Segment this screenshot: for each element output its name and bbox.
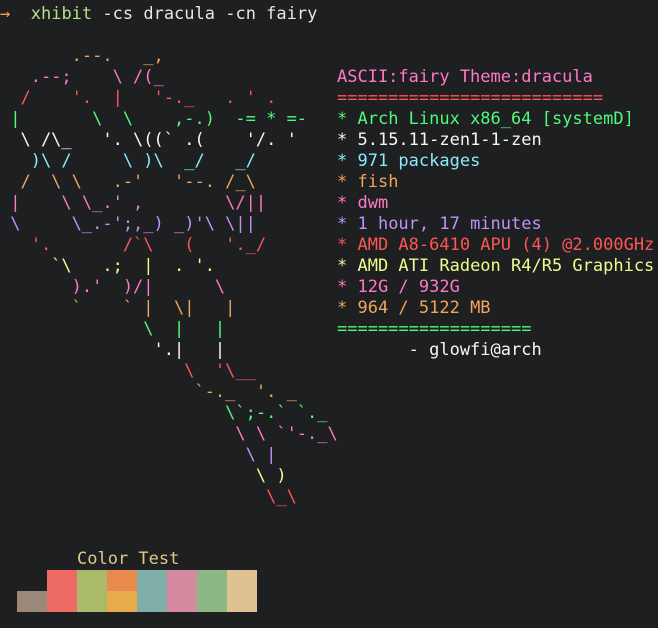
- info-line: ASCII:fairy Theme:dracula: [337, 67, 654, 88]
- info-line: * 964 / 5122 MB: [337, 298, 654, 319]
- info-value: ASCII:fairy Theme:dracula: [337, 67, 593, 87]
- info-line: * dwm: [337, 193, 654, 214]
- ascii-art-line: `-._ '. _: [0, 382, 297, 402]
- command-binary: xhibit: [30, 4, 93, 24]
- info-bullet: *: [337, 235, 358, 255]
- info-value: ==========================: [337, 88, 604, 108]
- color-swatch: [17, 570, 47, 591]
- ascii-art-line: \ ): [0, 466, 287, 486]
- ascii-art-fairy: .--. _, .--; \ /(_ / '. | '-._ . ' . | \…: [0, 46, 338, 508]
- info-value: 971 packages: [357, 151, 481, 171]
- info-bullet: *: [337, 214, 358, 234]
- color-swatch: [227, 591, 257, 612]
- info-value: Arch Linux x86_64 [systemD]: [357, 109, 634, 129]
- info-value: dwm: [357, 193, 389, 213]
- ascii-art-line: | \ \ ,-.) -= * =-: [0, 109, 308, 129]
- color-swatch: [137, 591, 167, 612]
- system-info-panel: ASCII:fairy Theme:dracula ===============…: [337, 67, 654, 361]
- info-line: * fish: [337, 172, 654, 193]
- ascii-art-line: `\ .; | . '.: [0, 256, 215, 276]
- ascii-art-line: \ /\_ '. \((` .( '/. ': [0, 130, 297, 150]
- info-bullet: *: [337, 193, 358, 213]
- color-swatch: [197, 570, 227, 591]
- command-arguments: -cs dracula -cn fairy: [102, 4, 318, 24]
- info-value: 964 / 5122 MB: [357, 298, 491, 318]
- ascii-art-line: \ |: [0, 445, 277, 465]
- color-swatch: [167, 570, 197, 591]
- ascii-art-line: .--. _,: [0, 46, 164, 66]
- color-swatch: [107, 570, 137, 591]
- ascii-art-line: '.| |: [0, 340, 226, 360]
- ascii-art-line: '. /`\ ( '._/: [0, 235, 267, 255]
- info-bullet: *: [337, 109, 358, 129]
- ascii-art-line: \ \ `'-._\: [0, 424, 338, 444]
- ascii-art-line: .--; \ /(_: [0, 67, 164, 87]
- color-swatch: [137, 570, 167, 591]
- ascii-art-line: \ \_.-';,_) _)'\ \||: [0, 214, 256, 234]
- ascii-art-line: \ '\__: [0, 361, 256, 381]
- info-line: - glowfi@arch: [337, 340, 654, 361]
- ascii-art-line: ).' )/| \: [0, 277, 226, 297]
- info-value: fish: [357, 172, 399, 192]
- info-value: 1 hour, 17 minutes: [357, 214, 542, 234]
- info-bullet: *: [337, 151, 358, 171]
- info-bullet: *: [337, 130, 358, 150]
- color-test-label: Color Test: [77, 549, 180, 569]
- info-line: * 971 packages: [337, 151, 654, 172]
- info-line: * 12G / 932G: [337, 277, 654, 298]
- info-bullet: *: [337, 277, 358, 297]
- info-line: * 5.15.11-zen1-1-zen: [337, 130, 654, 151]
- command-prompt: → xhibit -cs dracula -cn fairy: [0, 4, 317, 25]
- color-swatch: [47, 591, 77, 612]
- info-value: AMD ATI Radeon R4/R5 Graphics: [357, 256, 655, 276]
- info-value: 5.15.11-zen1-1-zen: [357, 130, 542, 150]
- ascii-art-line: / \ \ .-' '--. /_\: [0, 172, 256, 192]
- color-swatch: [77, 570, 107, 591]
- info-line: * AMD ATI Radeon R4/R5 Graphics: [337, 256, 654, 277]
- info-line: ==========================: [337, 88, 654, 109]
- ascii-art-line: | \ \_.' , \/||: [0, 193, 267, 213]
- info-line: ===================: [337, 319, 654, 340]
- info-value: - glowfi@arch: [337, 340, 542, 360]
- ascii-art-line: \ | |: [0, 319, 226, 339]
- command-line: xhibit -cs dracula -cn fairy: [31, 4, 318, 24]
- info-bullet: *: [337, 172, 358, 192]
- ascii-art-line: )\ / \ )\ _/ _/: [0, 151, 256, 171]
- info-bullet: *: [337, 298, 358, 318]
- color-swatch: [17, 591, 47, 612]
- color-swatch: [197, 591, 227, 612]
- color-swatch: [227, 570, 257, 591]
- info-value: ===================: [337, 319, 532, 339]
- info-line: * Arch Linux x86_64 [systemD]: [337, 109, 654, 130]
- ascii-art-line: / '. | '-._ . ' .: [0, 88, 277, 108]
- color-swatch: [107, 591, 137, 612]
- color-swatch: [77, 591, 107, 612]
- info-line: * AMD A8-6410 APU (4) @2.000GHz: [337, 235, 654, 256]
- ascii-art-line: \`;-.` `._: [0, 403, 328, 423]
- terminal-window[interactable]: → xhibit -cs dracula -cn fairy .--. _, .…: [0, 0, 658, 628]
- info-bullet: *: [337, 256, 358, 276]
- color-swatch: [167, 591, 197, 612]
- color-swatch: [47, 570, 77, 591]
- info-value: 12G / 932G: [357, 277, 460, 297]
- prompt-arrow-icon: →: [0, 4, 11, 24]
- info-line: * 1 hour, 17 minutes: [337, 214, 654, 235]
- ascii-art-line: ` ` | \| |: [0, 298, 236, 318]
- ascii-art-line: \_\: [0, 487, 297, 507]
- info-value: AMD A8-6410 APU (4) @2.000GHz: [357, 235, 655, 255]
